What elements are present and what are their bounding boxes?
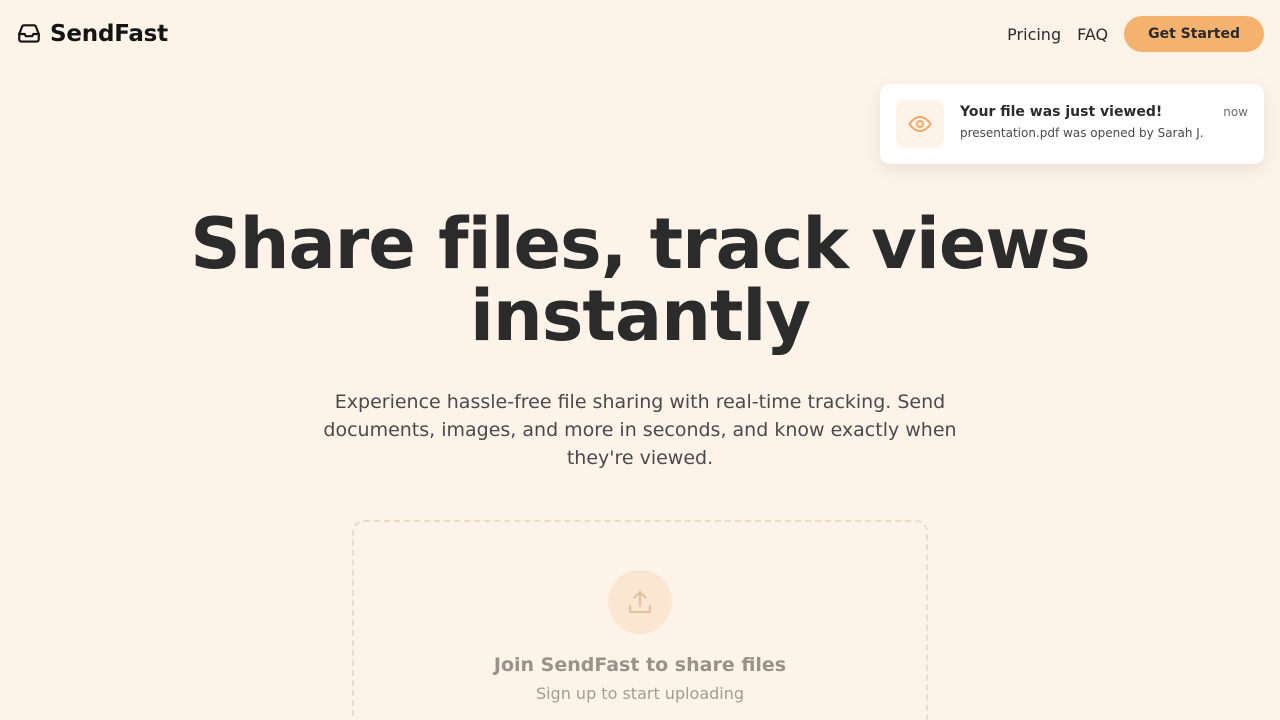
toast-icon-container bbox=[896, 100, 944, 148]
view-notification-toast[interactable]: Your file was just viewed! presentation.… bbox=[880, 84, 1264, 164]
hero-subtitle: Experience hassle-free file sharing with… bbox=[323, 391, 957, 469]
hero-title-line-2: instantly bbox=[469, 275, 811, 357]
upload-subtitle: Sign up to start uploading bbox=[535, 684, 745, 703]
top-header: SendFast Pricing FAQ Get Started bbox=[0, 0, 1280, 68]
top-nav: Pricing FAQ Get Started bbox=[1007, 16, 1264, 52]
nav-pricing-link[interactable]: Pricing bbox=[1007, 25, 1061, 44]
toast-title: Your file was just viewed! bbox=[960, 104, 1163, 120]
toast-body: Your file was just viewed! presentation.… bbox=[960, 100, 1223, 140]
hero-title: Share files, track views instantly bbox=[0, 208, 1280, 352]
inbox-icon bbox=[18, 24, 40, 43]
landing-page: SendFast Pricing FAQ Get Started Your fi… bbox=[0, 0, 1280, 720]
upload-title: Join SendFast to share files bbox=[493, 654, 787, 676]
brand-name: SendFast bbox=[50, 21, 168, 47]
toast-timestamp: now bbox=[1223, 105, 1248, 119]
upload-icon-container bbox=[608, 570, 672, 634]
nav-faq-link[interactable]: FAQ bbox=[1077, 25, 1108, 44]
toast-message: presentation.pdf was opened by Sarah J. bbox=[960, 126, 1204, 140]
upload-icon bbox=[628, 590, 652, 614]
hero-title-line-1: Share files, track views bbox=[190, 203, 1090, 285]
eye-icon bbox=[908, 116, 932, 132]
brand-logo[interactable]: SendFast bbox=[16, 21, 168, 47]
get-started-button[interactable]: Get Started bbox=[1124, 16, 1264, 52]
upload-dropzone[interactable]: Join SendFast to share files Sign up to … bbox=[352, 520, 928, 720]
